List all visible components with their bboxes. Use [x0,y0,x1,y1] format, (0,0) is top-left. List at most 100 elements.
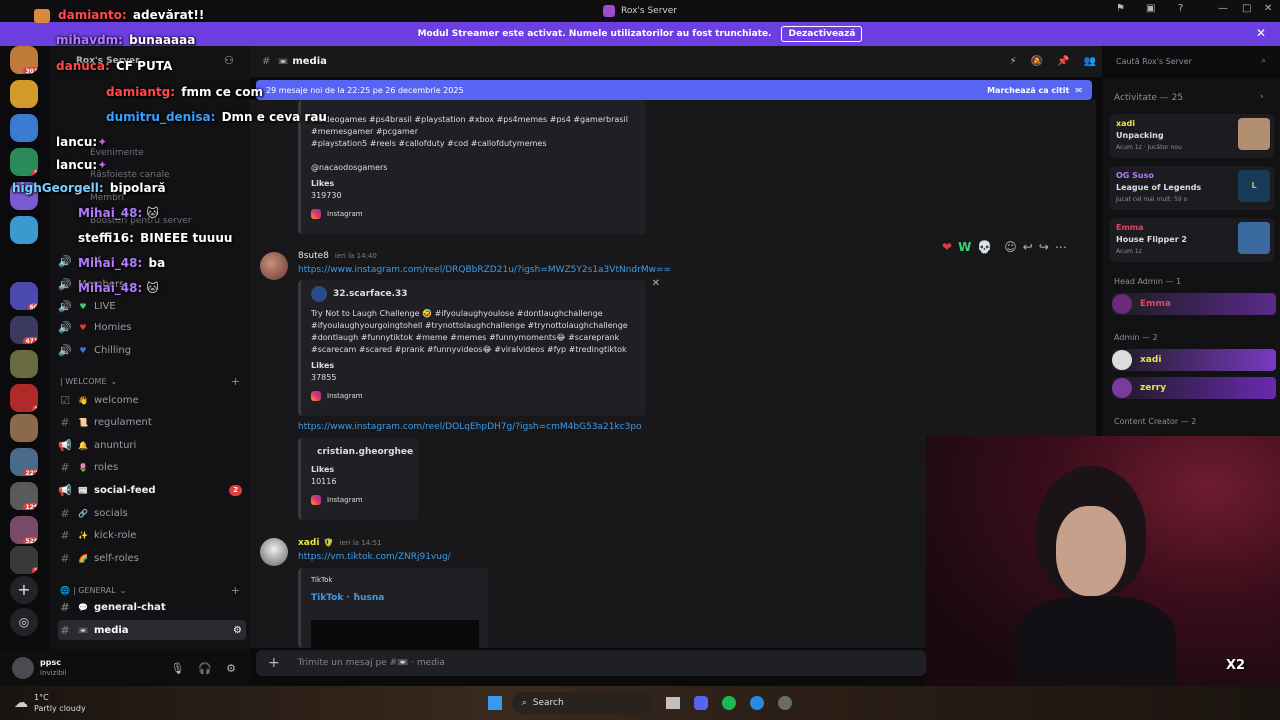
server-icon[interactable]: 528 [10,516,38,544]
embed-title[interactable]: TikTok · ħusna [311,592,478,604]
channel-regulament[interactable]: # 📜 regulament [58,412,246,432]
discover-icon[interactable]: ◎ [10,608,38,636]
composer-placeholder: Trimite un mesaj pe #📼 · media [297,658,445,668]
category-welcome[interactable]: | WELCOME ⌄ + [60,375,240,388]
notifications-icon[interactable]: 🔕 [1031,56,1043,67]
avatar[interactable] [12,657,34,679]
member-list-icon[interactable]: 👥 [1084,56,1096,67]
message-link[interactable]: https://www.instagram.com/reel/DOLqEhpDH… [298,422,642,432]
category-general[interactable]: 🌐 | GENERAL ⌄ + [60,584,240,597]
heart-reaction[interactable]: ❤ [942,240,952,254]
channel-welcome[interactable]: ☑ 👋 welcome [58,390,246,410]
embed-author[interactable]: 32.scarface.33 [333,288,408,300]
channel-roles[interactable]: # 🌷 roles [58,457,246,477]
inbox-icon[interactable]: ⚑ [1116,3,1125,14]
server-icon[interactable]: 129 [10,482,38,510]
message-link[interactable]: https://www.instagram.com/reel/DRQBbRZD2… [298,265,671,275]
close-embed-icon[interactable]: ✕ [652,278,660,290]
activity-card[interactable]: Emma House Flipper 2 Acum 1z [1110,218,1274,262]
member-item[interactable]: Emma [1112,293,1276,315]
avatar[interactable] [260,252,288,280]
add-channel-icon[interactable]: + [231,375,240,388]
server-icon[interactable] [10,216,38,244]
server-icon[interactable] [10,182,38,210]
new-messages-bar[interactable]: 29 mesaje noi de la 22:25 pe 26 decembri… [256,80,1092,100]
settings-icon[interactable]: ⚙ [226,662,236,675]
pin-icon[interactable]: 📌 [1057,56,1069,67]
menu-events[interactable]: Evenimente [90,148,144,158]
weather-icon: ☁ [14,695,28,711]
taskbar-search[interactable]: ⌕ Search [511,692,652,714]
server-icon[interactable] [10,114,38,142]
emoji-icon[interactable]: ☺ [1004,240,1017,254]
message-composer[interactable]: + Trimite un mesaj pe #📼 · media [256,650,926,676]
voice-channel-live[interactable]: 🔊 ♥ LIVE [58,296,246,316]
voice-channel-members[interactable]: 🔊 Members: [58,274,246,294]
channel-kick-role[interactable]: # ✨ kick-role [58,525,246,545]
chevron-right-icon[interactable]: › [1260,92,1264,102]
server-icon[interactable]: 222 [10,448,38,476]
menu-boosts[interactable]: Boosturi pentru server [90,216,191,226]
discord-icon[interactable] [693,696,708,710]
screen-icon[interactable]: ▣ [1146,3,1155,14]
spotify-icon[interactable] [721,696,736,710]
mark-as-read-button[interactable]: Marchează ca citit [987,86,1069,95]
w-reaction[interactable]: W [958,240,971,254]
server-icon[interactable]: 301 [10,46,38,74]
server-icon[interactable] [10,350,38,378]
channel-socials[interactable]: # 🔗 socials [58,503,246,523]
server-icon[interactable] [10,414,38,442]
add-channel-icon[interactable]: + [231,584,240,597]
channel-media[interactable]: # 📼 media ⚙ [58,620,246,640]
start-icon[interactable] [487,696,502,710]
help-icon[interactable]: ? [1178,3,1183,14]
reply-icon[interactable]: ↩ [1023,240,1033,254]
search-input[interactable]: Caută Rox's Server ⌕ [1110,53,1272,71]
threads-icon[interactable]: ⚡ [1010,56,1017,67]
add-server-icon[interactable]: + [10,576,38,604]
avatar[interactable] [260,538,288,566]
channel-general-chat[interactable]: # 💬 general-chat [58,597,246,617]
message-link[interactable]: https://vm.tiktok.com/ZNRj91vug/ [298,552,451,562]
message-author[interactable]: xadi 🛡 ieri la 14:51 [298,538,382,548]
menu-browse-channels[interactable]: Răsfoiește canale [90,170,170,180]
edge-icon[interactable] [749,696,764,710]
server-icon[interactable]: 60 [10,282,38,310]
member-item[interactable]: xadi [1112,349,1276,371]
close-window-icon[interactable]: ✕ [1264,3,1272,14]
activity-card[interactable]: OG Suso League of Legends Jucat cel mai … [1110,166,1274,210]
skull-reaction[interactable]: 💀 [977,240,992,254]
server-name[interactable]: Rox's Server [76,56,140,66]
video-preview[interactable] [311,620,479,648]
headphones-icon[interactable]: 🎧 [198,662,212,675]
server-icon[interactable]: 1 [10,384,38,412]
channel-anunturi[interactable]: 📢 🔔 anunturi [58,435,246,455]
add-attachment-icon[interactable]: + [268,655,280,671]
close-icon[interactable]: ✕ [1256,26,1266,40]
maximize-icon[interactable]: □ [1242,3,1251,14]
mic-icon[interactable]: 🎙 [170,662,184,675]
activity-card[interactable]: xadi Unpacking Acum 1z · Jucător nou [1110,114,1274,158]
server-icon[interactable]: 2 [10,546,38,574]
gear-icon[interactable]: ⚙ [233,625,242,636]
task-view-icon[interactable] [665,697,680,709]
channel-self-roles[interactable]: # 🌈 self-roles [58,548,246,568]
forward-icon[interactable]: ↪ [1039,240,1049,254]
channel-social-feed[interactable]: 📢 📰 social-feed 2 [58,480,246,500]
server-icon[interactable]: 471 [10,316,38,344]
voice-channel-homies[interactable]: 🔊 ♥ Homies [58,317,246,337]
member-item[interactable]: zerry [1112,377,1276,399]
channel-header: # 📼 media ⚡ 🔕 📌 👥 [250,46,1102,78]
voice-channel-verif[interactable]: 🔊 verif [58,251,246,271]
server-icon[interactable]: 3 [10,148,38,176]
minimize-icon[interactable]: — [1218,3,1228,14]
voice-channel-chilling[interactable]: 🔊 ♥ Chilling [58,340,246,360]
invite-icon[interactable]: ⚇ [224,54,234,67]
menu-members[interactable]: Membri [90,193,124,203]
app-icon[interactable] [777,696,792,710]
disable-streamer-button[interactable]: Dezactivează [781,26,863,42]
more-icon[interactable]: ⋯ [1055,240,1067,254]
message-author[interactable]: 8sute8 ieri la 14:40 [298,251,377,261]
embed-author[interactable]: cristian.gheorghee [317,446,413,458]
server-icon[interactable] [10,80,38,108]
